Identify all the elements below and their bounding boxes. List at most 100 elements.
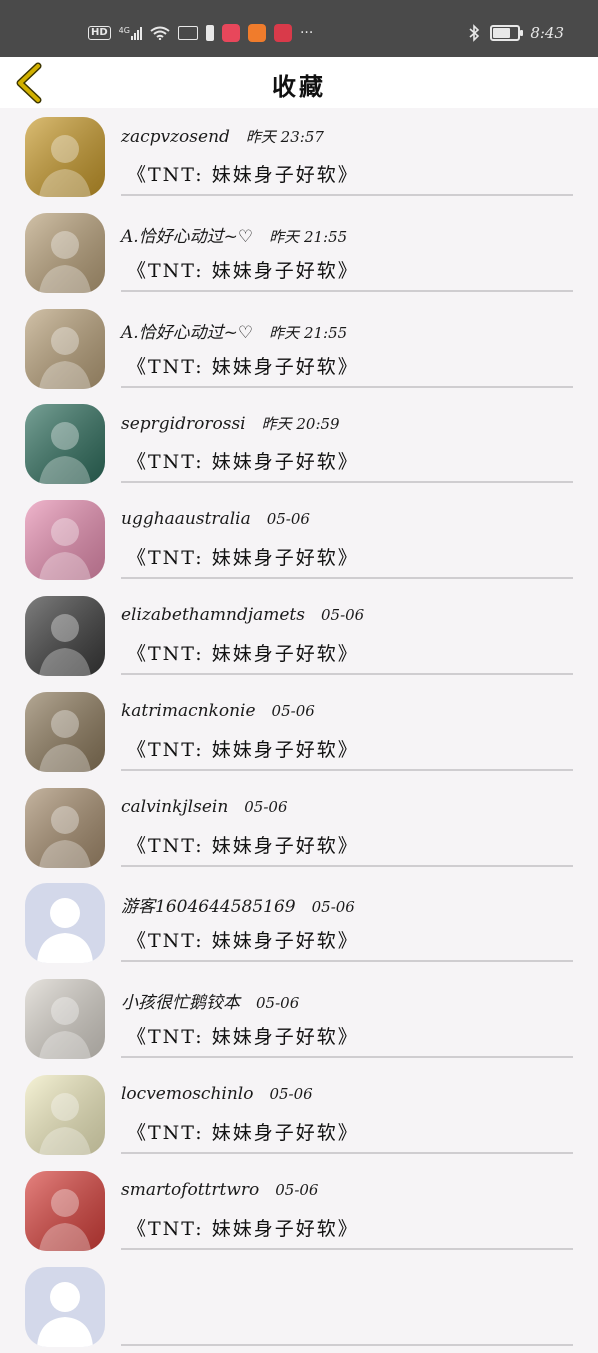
avatar[interactable] xyxy=(25,979,105,1060)
divider xyxy=(121,289,573,292)
timestamp: 05-06 xyxy=(266,510,310,529)
timestamp: 05-06 xyxy=(269,1084,313,1103)
app-red-icon xyxy=(221,24,240,42)
list-item[interactable]: seprgidrorossi 昨天 20:59 《TNT: 妹妹身子好软》 xyxy=(0,395,598,491)
bluetooth-icon xyxy=(469,24,480,42)
divider xyxy=(121,864,573,867)
title-bar: 收藏 xyxy=(0,57,598,108)
avatar[interactable] xyxy=(25,308,105,389)
list-item[interactable]: calvinkjlsein 05-06 《TNT: 妹妹身子好软》 xyxy=(0,779,598,875)
divider xyxy=(121,577,573,580)
timestamp: 昨天 20:59 xyxy=(261,415,340,434)
item-title[interactable]: 《TNT: 妹妹身子好软》 xyxy=(127,543,359,570)
username[interactable]: A.恰好心动过~♡ xyxy=(121,323,253,343)
item-title[interactable]: 《TNT: 妹妹身子好软》 xyxy=(127,735,359,762)
timestamp: 昨天 23:57 xyxy=(245,128,324,146)
item-title[interactable]: 《TNT: 妹妹身子好软》 xyxy=(127,926,359,953)
list-item[interactable]: A.恰好心动过~♡ 昨天 21:55 《TNT: 妹妹身子好软》 xyxy=(0,300,598,396)
hd-icon: HD xyxy=(88,26,111,40)
avatar-image xyxy=(25,500,105,581)
clock: 8:43 xyxy=(530,24,564,42)
list-item[interactable]: 游客1604644585169 05-06 《TNT: 妹妹身子好软》 xyxy=(0,874,598,970)
username[interactable]: smartofottrtwro xyxy=(121,1180,259,1200)
divider xyxy=(121,194,573,196)
username[interactable]: locvemoschinlo xyxy=(121,1084,253,1104)
username[interactable]: seprgidrorossi xyxy=(121,414,246,434)
wifi-icon xyxy=(150,26,170,40)
sim-icon xyxy=(177,26,198,40)
avatar-image xyxy=(25,691,105,772)
avatar-image xyxy=(25,1170,105,1251)
timestamp: 昨天 21:55 xyxy=(269,323,348,342)
list-item[interactable]: locvemoschinlo 05-06 《TNT: 妹妹身子好软》 xyxy=(0,1066,598,1162)
username[interactable]: calvinkjlsein xyxy=(121,797,228,817)
app-orange-icon xyxy=(247,24,266,42)
divider xyxy=(121,960,573,963)
avatar-image xyxy=(25,1074,105,1155)
item-title[interactable]: 《TNT: 妹妹身子好软》 xyxy=(127,256,359,283)
battery-icon xyxy=(490,25,524,41)
item-title[interactable]: 《TNT: 妹妹身子好软》 xyxy=(127,1214,359,1241)
item-meta: 游客1604644585169 05-06 xyxy=(121,892,355,917)
timestamp: 昨天 21:55 xyxy=(269,227,348,246)
username[interactable]: zacpvzosend xyxy=(121,127,230,147)
list-item[interactable]: elizabethamndjamets 05-06 《TNT: 妹妹身子好软》 xyxy=(0,587,598,683)
list-item[interactable]: A.恰好心动过~♡ 昨天 21:55 《TNT: 妹妹身子好软》 xyxy=(0,204,598,300)
signal-4g-icon: 4G xyxy=(119,26,142,40)
divider xyxy=(121,1056,573,1059)
default-avatar-icon xyxy=(37,1281,93,1347)
item-title[interactable]: 《TNT: 妹妹身子好软》 xyxy=(127,447,359,474)
default-avatar-icon xyxy=(37,898,93,964)
list-item[interactable]: 小孩很忙鹅铰本 05-06 《TNT: 妹妹身子好软》 xyxy=(0,970,598,1066)
item-meta: elizabethamndjamets 05-06 xyxy=(121,605,364,625)
timestamp: 05-06 xyxy=(311,898,355,917)
avatar[interactable] xyxy=(25,212,105,293)
app-pink-icon xyxy=(273,24,292,42)
item-meta: smartofottrtwro 05-06 xyxy=(121,1180,318,1200)
status-left-icons: HD 4G ··· xyxy=(88,22,313,44)
avatar[interactable] xyxy=(25,1266,105,1347)
avatar-image xyxy=(25,595,105,676)
item-meta: ugghaaustralia 05-06 xyxy=(121,509,310,529)
timestamp: 05-06 xyxy=(256,994,300,1013)
network-type-label: 4G xyxy=(118,26,130,35)
username[interactable]: katrimacnkonie xyxy=(121,701,256,721)
item-title[interactable]: 《TNT: 妹妹身子好软》 xyxy=(127,160,359,187)
username[interactable]: 小孩很忙鹅铰本 xyxy=(121,993,240,1013)
avatar-image xyxy=(25,979,105,1060)
avatar[interactable] xyxy=(25,883,105,964)
avatar[interactable] xyxy=(25,117,105,197)
username[interactable]: 游客1604644585169 xyxy=(121,897,296,917)
avatar[interactable] xyxy=(25,691,105,772)
list-item[interactable]: ugghaaustralia 05-06 《TNT: 妹妹身子好软》 xyxy=(0,491,598,587)
status-right-icons: 8:43 xyxy=(468,22,564,44)
item-title[interactable]: 《TNT: 妹妹身子好软》 xyxy=(127,639,359,666)
avatar[interactable] xyxy=(25,1074,105,1155)
avatar[interactable] xyxy=(25,1170,105,1251)
item-title[interactable]: 《TNT: 妹妹身子好软》 xyxy=(127,352,359,379)
item-meta: 小孩很忙鹅铰本 05-06 xyxy=(121,988,299,1013)
avatar[interactable] xyxy=(25,595,105,676)
favorites-list: zacpvzosend 昨天 23:57 《TNT: 妹妹身子好软》 A.恰好心动过~… xyxy=(0,108,598,1353)
username[interactable]: A.恰好心动过~♡ xyxy=(121,227,253,247)
list-item[interactable]: zacpvzosend 昨天 23:57 《TNT: 妹妹身子好软》 xyxy=(0,108,598,204)
item-title[interactable]: 《TNT: 妹妹身子好软》 xyxy=(127,1118,359,1145)
divider xyxy=(121,768,573,771)
username[interactable]: ugghaaustralia xyxy=(121,509,251,529)
item-title[interactable]: 《TNT: 妹妹身子好软》 xyxy=(127,1022,359,1049)
list-item[interactable]: smartofottrtwro 05-06 《TNT: 妹妹身子好软》 xyxy=(0,1162,598,1258)
username[interactable]: elizabethamndjamets xyxy=(121,605,305,625)
avatar[interactable] xyxy=(25,787,105,868)
divider xyxy=(121,672,573,675)
item-meta: katrimacnkonie 05-06 xyxy=(121,701,315,721)
divider xyxy=(121,385,573,388)
more-icon: ··· xyxy=(299,25,314,41)
avatar[interactable] xyxy=(25,500,105,581)
divider xyxy=(121,1151,573,1154)
list-item[interactable] xyxy=(0,1258,598,1353)
avatar-image xyxy=(25,212,105,293)
avatar[interactable] xyxy=(25,404,105,485)
list-item[interactable]: katrimacnkonie 05-06 《TNT: 妹妹身子好软》 xyxy=(0,683,598,779)
item-title[interactable]: 《TNT: 妹妹身子好软》 xyxy=(127,831,359,858)
item-meta: zacpvzosend 昨天 23:57 xyxy=(121,126,324,147)
